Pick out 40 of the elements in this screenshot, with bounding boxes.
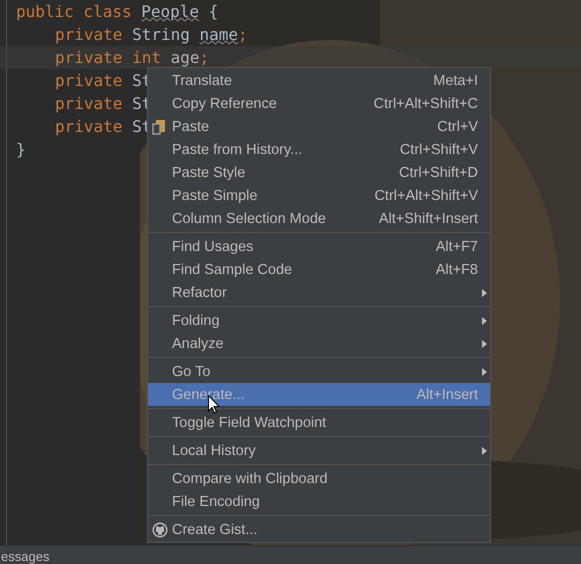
menu-item[interactable]: Go To [148, 360, 490, 383]
submenu-arrow-icon [482, 340, 487, 348]
menu-item[interactable]: Column Selection Mode Alt+Shift+Insert [148, 207, 490, 230]
menu-item[interactable]: File Encoding [148, 490, 490, 513]
submenu-arrow-icon [482, 317, 487, 325]
menu-item[interactable]: Paste Style Ctrl+Shift+D [148, 161, 490, 184]
menu-item[interactable]: Folding [148, 309, 490, 332]
submenu-arrow-icon [482, 368, 487, 376]
menu-item[interactable]: Paste from History... Ctrl+Shift+V [148, 138, 490, 161]
menu-item[interactable]: Find Usages Alt+F7 [148, 235, 490, 258]
menu-item[interactable]: Create Gist... [148, 518, 490, 541]
code-token: private [55, 71, 124, 90]
menu-item[interactable]: Copy Reference Ctrl+Alt+Shift+C [148, 92, 490, 115]
code-token: age [170, 48, 200, 67]
code-token: public class [16, 2, 133, 21]
messages-tab[interactable]: essages [1, 549, 50, 564]
menu-item[interactable]: Find Sample Code Alt+F8 [148, 258, 490, 281]
code-token: private [55, 94, 124, 113]
submenu-arrow-icon [482, 447, 487, 455]
code-token: String [132, 25, 191, 44]
code-token: private int [55, 48, 162, 67]
code-token: } [16, 140, 26, 159]
code-token: { [208, 2, 218, 21]
menu-item[interactable]: Paste Simple Ctrl+Alt+Shift+V [148, 184, 490, 207]
octocat-icon [152, 522, 168, 538]
menu-item[interactable]: Compare with Clipboard [148, 467, 490, 490]
code-token: private [55, 25, 124, 44]
clipboard-icon [152, 118, 166, 134]
menu-item[interactable]: Analyze [148, 332, 490, 355]
submenu-arrow-icon [482, 289, 487, 297]
code-token: ; [200, 48, 210, 67]
menu-item[interactable]: Local History [148, 439, 490, 462]
menu-item[interactable]: Paste Ctrl+V [148, 115, 490, 138]
code-token: ; [238, 25, 248, 44]
menu-item[interactable]: Translate Meta+I [148, 69, 490, 92]
menu-item[interactable]: Refactor [148, 281, 490, 304]
code-token: name [200, 25, 238, 44]
code-token: private [55, 117, 124, 136]
code-token: People [141, 2, 200, 21]
menu-item[interactable]: Toggle Field Watchpoint [148, 411, 490, 434]
